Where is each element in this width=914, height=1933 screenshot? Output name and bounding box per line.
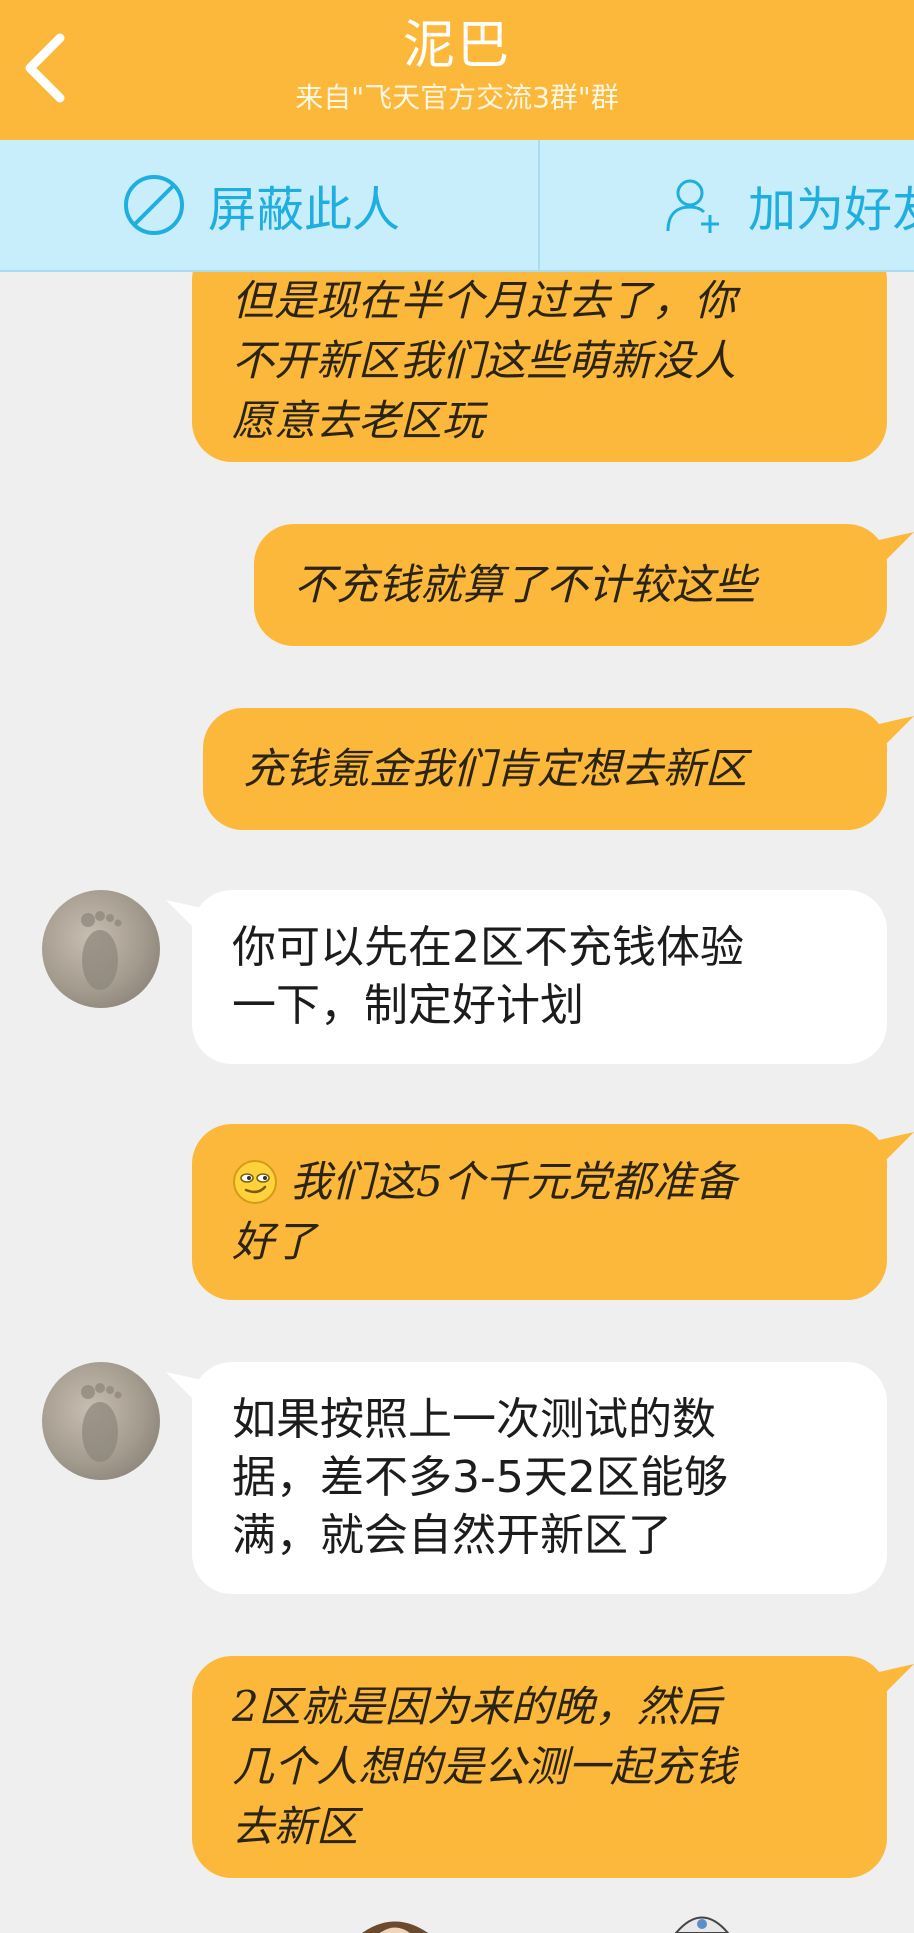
smirk-emoji-icon [233, 1160, 277, 1204]
message-bubble-mine[interactable]: 我们这5个千元党都准备 好了 [192, 1124, 887, 1300]
avatar[interactable] [42, 890, 160, 1008]
message-bubble-other[interactable]: 你可以先在2区不充钱体验 一下，制定好计划 [192, 890, 887, 1064]
add-user-icon [666, 179, 719, 233]
add-friend-button[interactable]: 加为好友 [662, 140, 914, 270]
page-title: 泥巴 [402, 16, 511, 76]
action-bar: 屏蔽此人 加为好友 [0, 140, 914, 272]
message-text: 我们这5个千元党都准备 好了 [232, 1157, 737, 1266]
message-text: 你可以先在2区不充钱体验 一下，制定好计划 [232, 922, 744, 1031]
message-bubble-mine[interactable]: 不充钱就算了不计较这些 [254, 524, 887, 646]
message-text: 不充钱就算了不计较这些 [294, 560, 757, 609]
avatar-partial-icon [674, 1916, 730, 1933]
page-subtitle: 来自"飞天官方交流3群"群 [295, 81, 619, 114]
block-user-label: 屏蔽此人 [208, 182, 401, 238]
message-bubble-mine[interactable]: 但是现在半个月过去了，你 不开新区我们这些萌新没人 愿意去老区玩 [192, 240, 887, 462]
message-text: 但是现在半个月过去了，你 不开新区我们这些萌新没人 愿意去老区玩 [232, 276, 737, 445]
block-icon [124, 175, 184, 235]
message-text: 充钱氪金我们肯定想去新区 [243, 744, 748, 793]
avatar[interactable] [42, 1362, 160, 1480]
add-friend-label: 加为好友 [748, 182, 914, 238]
footprint-icon [81, 911, 122, 990]
message-text: 如果按照上一次测试的数 据，差不多3-5天2区能够 满，就会自然开新区了 [232, 1394, 728, 1561]
action-divider [538, 140, 540, 270]
footprint-icon [81, 1383, 122, 1462]
block-user-button[interactable]: 屏蔽此人 [122, 140, 400, 270]
message-bubble-other[interactable]: 如果按照上一次测试的数 据，差不多3-5天2区能够 满，就会自然开新区了 [192, 1362, 887, 1594]
chat-header: 泥巴 来自"飞天官方交流3群"群 [0, 0, 914, 140]
message-bubble-mine[interactable]: 2区就是因为来的晚，然后 几个人想的是公测一起充钱 去新区 [192, 1656, 887, 1878]
message-text: 2区就是因为来的晚，然后 几个人想的是公测一起充钱 去新区 [232, 1682, 737, 1851]
message-bubble-mine[interactable]: 充钱氪金我们肯定想去新区 [203, 708, 887, 830]
avatar-partial-icon [362, 1921, 428, 1933]
